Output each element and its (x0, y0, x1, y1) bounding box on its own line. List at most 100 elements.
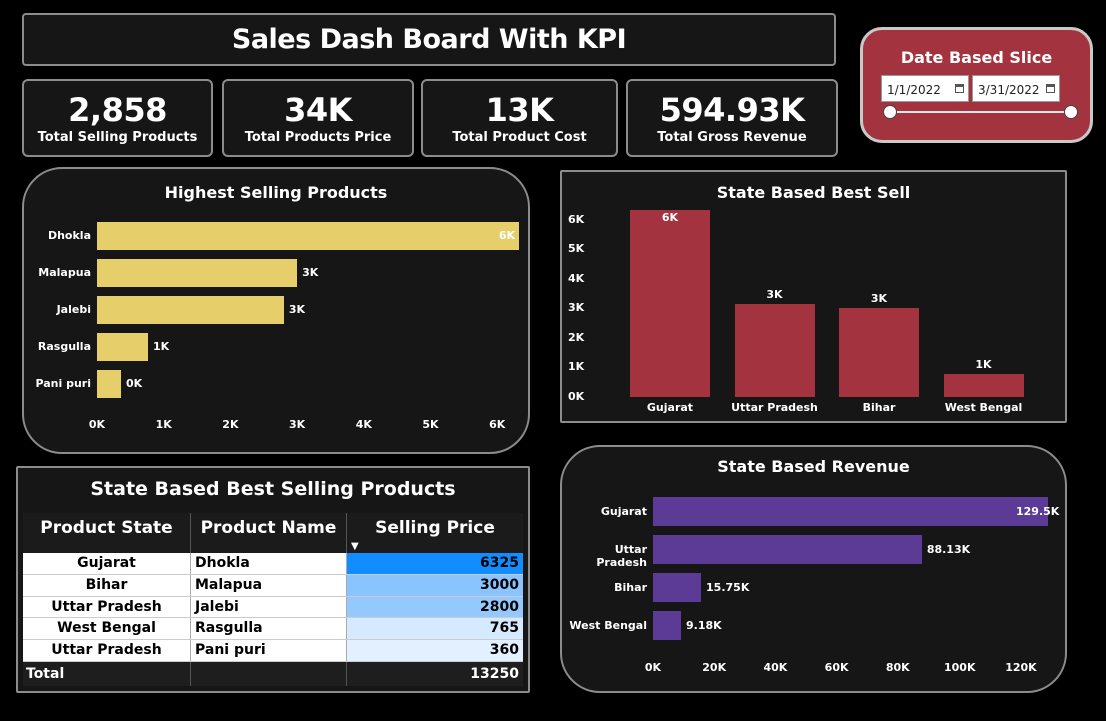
column-header-state[interactable]: Product State (23, 513, 191, 553)
bar[interactable] (97, 333, 149, 361)
x-tick-label: 0K (88, 418, 106, 431)
column-header-price-label: Selling Price (375, 518, 495, 538)
kpi-card-gross-revenue[interactable]: 594.93K Total Gross Revenue (626, 79, 838, 157)
x-tick-label: 2K (222, 418, 239, 431)
bar[interactable] (653, 497, 1048, 526)
total-label: Total (23, 661, 191, 686)
cell-state: Bihar (23, 574, 191, 596)
sort-desc-icon[interactable]: ▼ (351, 541, 359, 552)
category-label: West Bengal (569, 618, 647, 632)
bar[interactable] (653, 535, 922, 564)
data-label: 6K (661, 211, 679, 224)
date-range-track[interactable] (890, 111, 1071, 113)
cell-price: 765 (347, 618, 523, 640)
end-date-handle[interactable] (1064, 105, 1078, 119)
data-label: 1K (975, 358, 992, 372)
table-row[interactable]: West Bengal Rasgulla 765 (23, 618, 523, 641)
category-label: Rasgulla (37, 340, 91, 353)
cell-product: Rasgulla (191, 618, 347, 640)
cell-product: Malapua (191, 574, 347, 596)
kpi-card-products-price[interactable]: 34K Total Products Price (222, 79, 414, 157)
kpi-value: 13K (485, 90, 554, 129)
x-tick-label: 1K (155, 418, 172, 431)
chart-title: State Based Best Sell (716, 183, 911, 202)
data-label: 6K (498, 229, 515, 242)
table-title: State Based Best Selling Products (90, 478, 456, 500)
bar[interactable] (97, 259, 298, 287)
kpi-card-product-cost[interactable]: 13K Total Product Cost (421, 79, 618, 157)
data-label: 3K (870, 292, 888, 306)
cell-state: West Bengal (23, 618, 191, 640)
kpi-value: 594.93K (659, 90, 805, 129)
calendar-icon[interactable] (955, 84, 964, 93)
data-label: 3K (766, 287, 783, 301)
kpi-value: 2,858 (68, 90, 167, 129)
kpi-card-selling-products[interactable]: 2,858 Total Selling Products (22, 79, 213, 157)
category-label: Bihar (614, 580, 647, 594)
category-label: Malapua (38, 266, 91, 279)
y-tick-label: 1K (568, 360, 585, 374)
bar[interactable] (97, 222, 519, 250)
calendar-icon[interactable] (1046, 84, 1055, 93)
start-date-value: 1/1/2022 (887, 83, 941, 97)
column-header-product[interactable]: Product Name (191, 513, 347, 553)
data-label: 15.75K (706, 580, 750, 594)
data-label: 88.13K (926, 542, 971, 556)
state-best-sell-chart: State Based Best Sell 0K 1K 2K 3K 4K 5K 6K 6K Gu… (560, 170, 1067, 423)
cell-price: 6325 (347, 553, 523, 574)
category-label: Gujarat (646, 401, 694, 414)
date-slicer: Date Based Slice 1/1/2022 3/31/2022 (860, 27, 1093, 143)
x-tick-label: 6K (489, 418, 506, 431)
dashboard-title-box: Sales Dash Board With KPI (22, 13, 836, 66)
cell-product: Jalebi (191, 596, 347, 618)
slicer-title: Date Based Slice (900, 48, 1053, 67)
x-tick-label: 120K (1005, 661, 1037, 674)
total-value: 13250 (470, 665, 519, 682)
bar[interactable] (734, 303, 815, 397)
end-date-input[interactable]: 3/31/2022 (972, 75, 1060, 102)
x-tick-label: 3K (289, 418, 306, 431)
bar[interactable] (97, 296, 284, 324)
bar[interactable] (653, 573, 702, 602)
bar[interactable] (653, 611, 681, 640)
category-label: Uttar Pradesh (596, 542, 647, 569)
x-tick-label: 4K (355, 418, 372, 431)
start-date-input[interactable]: 1/1/2022 (881, 75, 969, 102)
x-tick-label: 0K (644, 661, 662, 674)
cell-product: Dhokla (191, 553, 347, 574)
table-header: Product State Product Name Selling Price… (23, 513, 523, 553)
category-label: Bihar (862, 401, 896, 414)
table-row[interactable]: Gujarat Dhokla 6325 (23, 553, 523, 575)
category-label: Jalebi (56, 303, 91, 316)
x-tick-label: 5K (422, 418, 439, 431)
table-row[interactable]: Uttar Pradesh Jalebi 2800 (23, 596, 523, 619)
start-date-handle[interactable] (883, 105, 897, 119)
table-grid: Product State Product Name Selling Price… (23, 513, 523, 686)
category-label: Pani puri (35, 377, 91, 390)
data-label: 3K (288, 303, 305, 316)
x-tick-label: 80K (885, 661, 910, 674)
y-tick-label: 6K (568, 212, 585, 226)
y-tick-label: 5K (568, 242, 585, 256)
total-empty-cell (191, 661, 347, 686)
table-row[interactable]: Uttar Pradesh Pani puri 360 (23, 640, 523, 662)
column-header-price[interactable]: Selling Price ▼ (347, 513, 523, 553)
x-tick-label: 40K (763, 661, 788, 674)
x-tick-label: 20K (702, 661, 727, 674)
bar[interactable] (839, 308, 919, 397)
y-tick-label: 3K (568, 301, 585, 315)
x-tick-label: 60K (824, 661, 849, 674)
bar[interactable] (97, 370, 122, 398)
kpi-label: Total Products Price (244, 129, 392, 145)
kpi-label: Total Gross Revenue (657, 129, 807, 145)
bar[interactable] (943, 374, 1024, 397)
data-label: 0K (126, 377, 143, 390)
category-label: Dhokla (47, 229, 91, 242)
data-label: 1K (153, 340, 170, 353)
category-label: West Bengal (944, 401, 1023, 414)
cell-state: Gujarat (23, 553, 191, 574)
table-row[interactable]: Bihar Malapua 3000 (23, 574, 523, 597)
bar[interactable] (630, 210, 710, 397)
data-label: 3K (302, 266, 319, 279)
y-tick-label: 2K (568, 330, 585, 344)
